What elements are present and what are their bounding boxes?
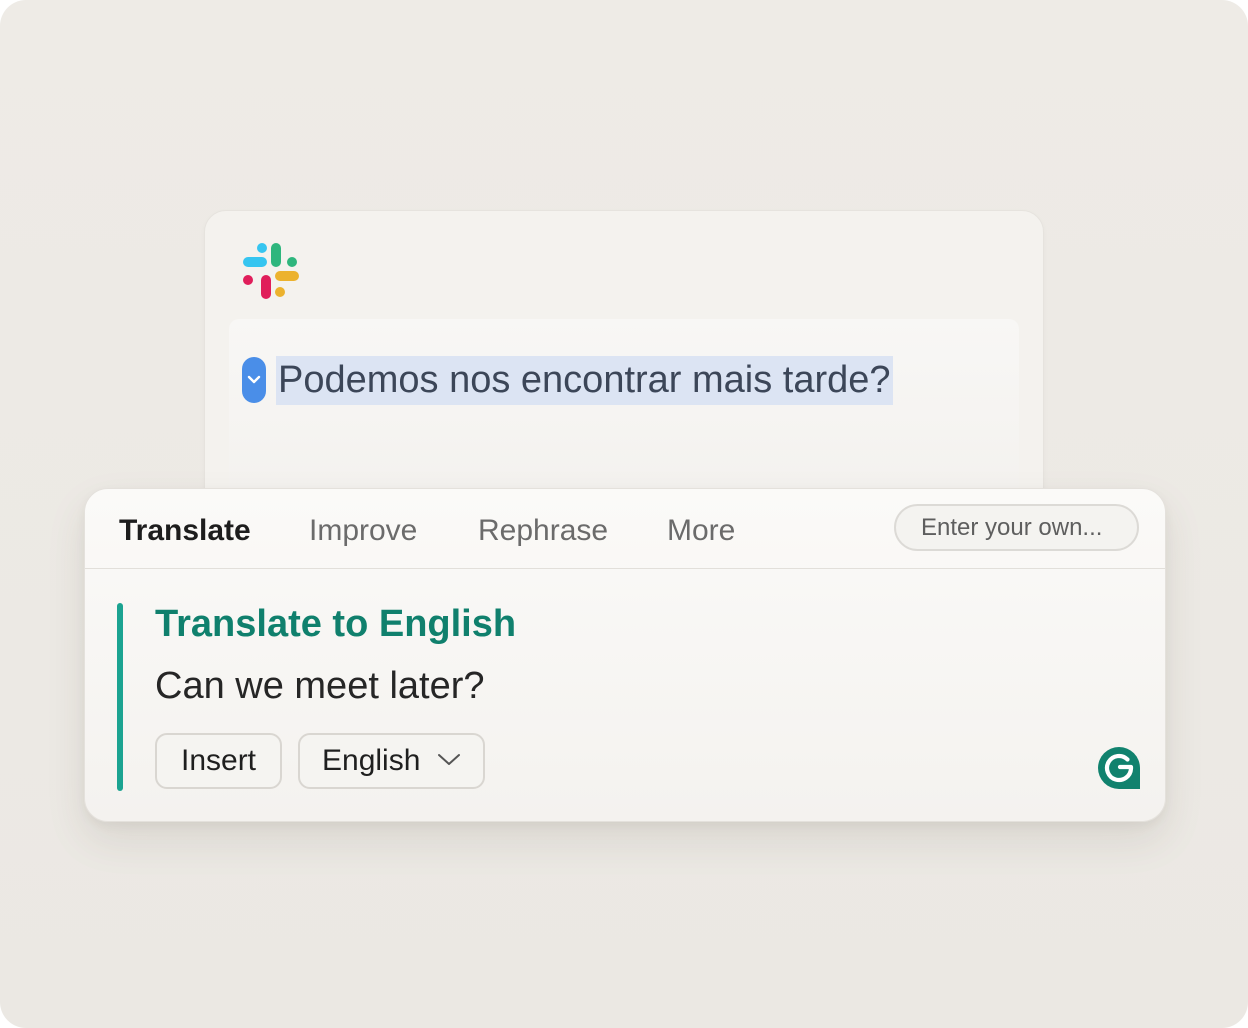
slack-logo-icon (243, 243, 299, 299)
tab-translate[interactable]: Translate (119, 511, 251, 551)
grammarly-popup: Translate Improve Rephrase More Translat… (84, 488, 1166, 822)
custom-prompt-input[interactable] (894, 504, 1139, 551)
insert-button[interactable]: Insert (155, 733, 282, 789)
selected-message-text[interactable]: Podemos nos encontrar mais tarde? (276, 356, 893, 405)
insert-button-label: Insert (180, 744, 257, 777)
chevron-down-icon (438, 754, 460, 765)
suggestion-accent-bar (117, 603, 123, 791)
grammarly-logo-icon[interactable] (1096, 745, 1142, 791)
language-select[interactable]: English (298, 733, 485, 789)
suggestion-title: Translate to English (155, 603, 517, 645)
tab-rephrase[interactable]: Rephrase (478, 511, 608, 551)
popup-tab-bar: Translate Improve Rephrase More (85, 489, 1165, 569)
tab-more[interactable]: More (667, 511, 735, 551)
grammarly-chip-button[interactable] (242, 357, 266, 403)
tab-improve[interactable]: Improve (309, 511, 417, 551)
background-canvas: Podemos nos encontrar mais tarde? Transl… (0, 0, 1248, 1028)
chevron-down-icon (247, 375, 261, 384)
suggestion-text: Can we meet later? (155, 665, 485, 707)
language-select-label: English (322, 744, 421, 777)
